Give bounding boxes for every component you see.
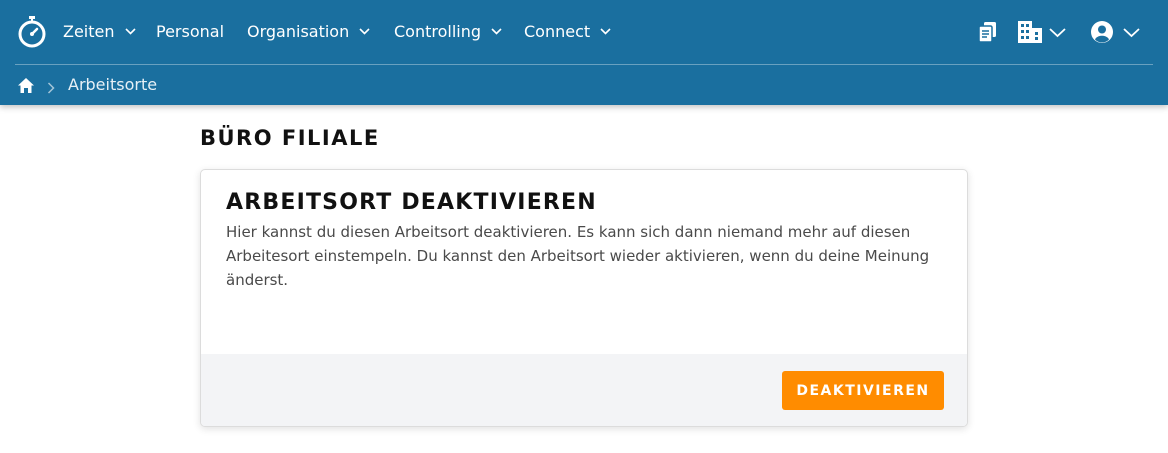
breadcrumb: Arbeitsorte bbox=[0, 65, 1168, 105]
nav-organisation[interactable]: Organisation bbox=[247, 20, 370, 44]
home-icon[interactable] bbox=[17, 77, 35, 94]
nav-personal[interactable]: Personal bbox=[156, 20, 224, 44]
nav-connect-label: Connect bbox=[524, 22, 591, 41]
chevron-down-icon bbox=[491, 27, 502, 35]
user-avatar-icon bbox=[1091, 21, 1113, 43]
company-switcher[interactable] bbox=[1017, 20, 1066, 48]
user-menu[interactable] bbox=[1091, 21, 1140, 47]
nav-controlling-label: Controlling bbox=[394, 22, 482, 41]
nav-organisation-label: Organisation bbox=[247, 22, 350, 41]
card-footer: DEAKTIVIEREN bbox=[201, 354, 967, 426]
nav-zeiten-label: Zeiten bbox=[63, 22, 115, 41]
stopwatch-logo-icon[interactable] bbox=[17, 16, 47, 48]
nav-connect[interactable]: Connect bbox=[524, 20, 611, 44]
chevron-down-icon bbox=[1123, 28, 1140, 38]
chevron-down-icon bbox=[125, 27, 136, 35]
page-title: BÜRO FILIALE bbox=[200, 126, 380, 150]
chevron-down-icon bbox=[1049, 28, 1066, 38]
nav-controlling[interactable]: Controlling bbox=[394, 20, 502, 44]
chevron-down-icon bbox=[600, 27, 611, 35]
top-navigation-bar: Zeiten Personal Organisation Controlling… bbox=[0, 0, 1168, 105]
chevron-down-icon bbox=[359, 27, 370, 35]
documents-icon[interactable] bbox=[978, 21, 998, 47]
nav-personal-label: Personal bbox=[156, 22, 225, 41]
deactivate-button[interactable]: DEAKTIVIEREN bbox=[782, 371, 944, 410]
breadcrumb-item-arbeitsorte[interactable]: Arbeitsorte bbox=[68, 75, 157, 95]
main-nav: Zeiten Personal Organisation Controlling… bbox=[0, 0, 1168, 64]
nav-zeiten[interactable]: Zeiten bbox=[63, 20, 136, 44]
chevron-right-icon bbox=[47, 79, 55, 94]
building-icon bbox=[1018, 21, 1042, 43]
card-title: ARBEITSORT DEAKTIVIEREN bbox=[226, 190, 597, 215]
card-description: Hier kannst du diesen Arbeitsort deaktiv… bbox=[226, 223, 930, 289]
deactivate-card: ARBEITSORT DEAKTIVIEREN Hier kannst du d… bbox=[200, 169, 968, 427]
